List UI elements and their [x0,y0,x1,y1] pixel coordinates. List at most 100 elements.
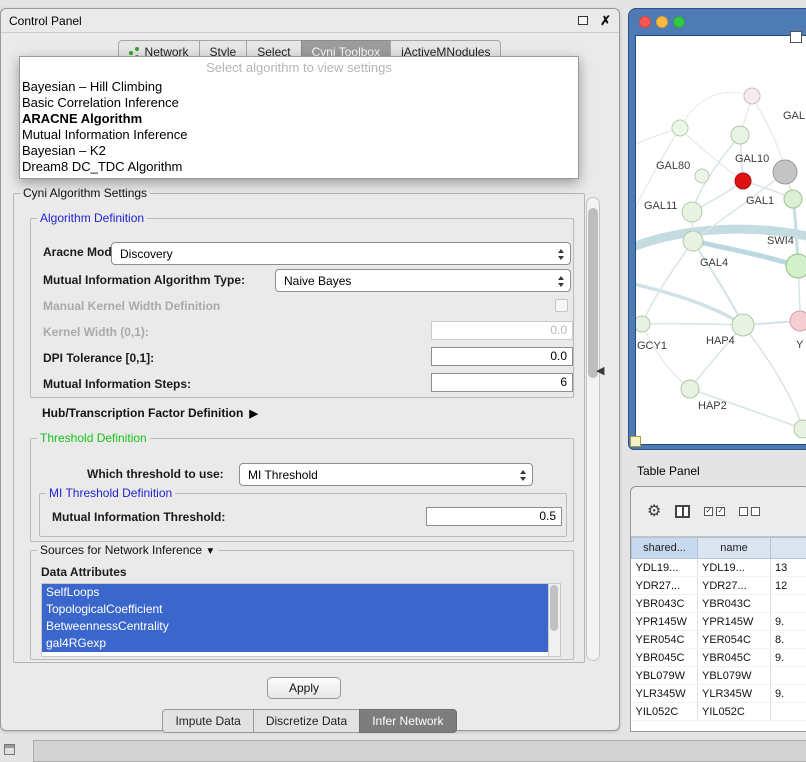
table-cell: 9. [771,649,806,667]
table-cell: 13 [771,559,806,577]
tab-discretize-data[interactable]: Discretize Data [253,709,360,733]
node-label-gal11: GAL11 [644,200,677,212]
hub-definition-expander[interactable]: Hub/Transcription Factor Definition▶ [42,406,258,420]
table-cell [771,667,806,685]
sources-legend[interactable]: Sources for Network Inference ▼ [37,543,218,557]
network-canvas[interactable]: GALGAL80GAL10GAL11GAL1SWI4GAL4GCY1HAP4YH… [635,35,806,445]
float-panel-icon[interactable] [578,16,588,25]
algorithm-option-basic-correlation-inference[interactable]: Basic Correlation Inference [20,95,578,111]
window-traffic-lights [639,16,685,28]
kernel-width-field[interactable]: 0.0 [431,321,573,340]
attribute-list-scrollbar[interactable] [548,584,560,656]
settings-scrollbar[interactable] [586,197,600,661]
mi-threshold-definition-group: MI Threshold Definition Mutual Informati… [39,493,567,537]
attribute-item-selfloops[interactable]: SelfLoops [42,584,549,601]
table-row[interactable]: YDL19...YDL19...13 [632,559,806,577]
select-all-icon[interactable] [704,507,725,516]
table-row[interactable]: YER054CYER054C8. [632,631,806,649]
network-node-node-left[interactable] [672,120,688,136]
which-threshold-label: Which threshold to use: [87,467,224,481]
network-node-gal11[interactable] [682,202,702,222]
scrollbar-thumb[interactable] [588,208,598,378]
network-node-node-top-pink[interactable] [744,88,760,104]
table-row[interactable]: YIL052CYIL052C [632,703,806,721]
aracne-mode-select[interactable]: Discovery [111,242,571,265]
mi-threshold-label: Mutual Information Threshold: [52,510,225,524]
column-header-shared[interactable]: shared... [632,538,698,559]
manual-kernel-width-label: Manual Kernel Width Definition [43,299,220,313]
column-visibility-icon[interactable] [675,505,690,518]
network-node-node-bottom-right[interactable] [794,420,806,438]
table-row[interactable]: YDR27...YDR27...12 [632,577,806,595]
network-node-node-mid[interactable] [731,126,749,144]
checked-box-icon [716,507,725,516]
mi-algorithm-type-select[interactable]: Naive Bayes [275,269,571,292]
chevron-down-icon: ▼ [205,546,215,557]
network-node-gal1[interactable] [784,190,802,208]
scrollbar-thumb[interactable] [550,585,558,631]
data-attributes-list[interactable]: SelfLoopsTopologicalCoefficientBetweenne… [41,583,561,657]
mi-steps-field[interactable]: 6 [431,373,573,392]
algorithm-dropdown-popup: Select algorithm to view settingsBayesia… [19,56,579,179]
which-threshold-select[interactable]: MI Threshold [239,463,533,486]
algorithm-option-bayesian-hill-climbing[interactable]: Bayesian – Hill Climbing [20,79,578,95]
zoom-window-icon[interactable] [673,16,685,28]
aracne-mode-value: Discovery [120,247,173,261]
table-row[interactable]: YBR043CYBR043C [632,595,806,613]
table-panel-title: Table Panel [637,464,700,478]
collapsed-window-icon[interactable] [4,744,15,755]
chevron-right-icon: ▶ [249,408,257,420]
tab-impute-data[interactable]: Impute Data [162,709,253,733]
column-header-2[interactable] [771,538,806,559]
table-cell: YLR345W [698,685,771,703]
algorithm-option-bayesian-k2[interactable]: Bayesian – K2 [20,143,578,159]
algorithm-option-aracne-algorithm[interactable]: ARACNE Algorithm [20,111,578,127]
table-settings-gear-icon[interactable]: ⚙ [647,504,661,520]
algorithm-definition-legend: Algorithm Definition [37,211,147,225]
control-panel-titlebar: Control Panel ✗ [1,9,619,33]
cyni-algorithm-settings-group: Cyni Algorithm Settings Algorithm Defini… [13,193,585,663]
manual-kernel-width-checkbox[interactable] [555,299,568,312]
birdseye-toggle-icon[interactable] [630,436,641,447]
algorithm-option-mutual-information-inference[interactable]: Mutual Information Inference [20,127,578,143]
network-node-hap4[interactable] [732,314,754,336]
mi-threshold-field[interactable]: 0.5 [426,507,562,526]
network-node-hap2[interactable] [681,380,699,398]
network-node-gcy1[interactable] [636,316,650,332]
network-node-gal80[interactable] [695,169,709,183]
dpi-tolerance-field[interactable]: 0.0 [431,347,573,366]
network-node-swi4[interactable] [786,254,806,278]
table-cell: YER054C [632,631,698,649]
node-label-gal1: GAL1 [746,195,774,207]
attribute-item-topologicalcoefficient[interactable]: TopologicalCoefficient [42,601,549,618]
mi-type-value: Naive Bayes [284,274,351,288]
window-title: Control Panel [9,14,82,28]
node-table-area: shared...nameYDL19...YDL19...13YDR27...Y… [631,537,806,731]
network-edge [642,241,693,324]
apply-button[interactable]: Apply [267,677,341,699]
close-window-icon[interactable] [639,16,651,28]
close-panel-icon[interactable]: ✗ [600,13,611,29]
table-row[interactable]: YBR045CYBR045C9. [632,649,806,667]
minimize-window-icon[interactable] [656,16,668,28]
table-row[interactable]: YLR345WYLR345W9. [632,685,806,703]
deselect-all-icon[interactable] [739,507,760,516]
attribute-item-betweennesscentrality[interactable]: BetweennessCentrality [42,618,549,635]
algorithm-definition-group: Algorithm Definition Aracne Mode: Discov… [30,218,574,398]
tab-infer-network[interactable]: Infer Network [359,709,456,733]
column-header-name[interactable]: name [698,538,771,559]
algorithm-option-dream8-dc-tdc-algorithm[interactable]: Dream8 DC_TDC Algorithm [20,159,578,175]
splitter-collapse-icon[interactable]: ◀ [596,364,604,377]
network-node-node-gray[interactable] [773,160,797,184]
network-node-node-right-pink[interactable] [790,311,806,331]
network-node-gal4[interactable] [683,231,703,251]
network-node-gal10[interactable] [735,173,751,189]
table-row[interactable]: YPR145WYPR145W9. [632,613,806,631]
canvas-corner-box[interactable] [790,31,802,43]
control-panel-window: Control Panel ✗ NetworkStyleSelectCyni T… [0,8,620,731]
attribute-item-gal4rgexp[interactable]: gal4RGexp [42,635,549,652]
checked-box-icon [704,507,713,516]
table-row[interactable]: YBL079WYBL079W [632,667,806,685]
table-cell: YLR345W [632,685,698,703]
network-view-window: GALGAL80GAL10GAL11GAL1SWI4GAL4GCY1HAP4YH… [628,8,806,450]
